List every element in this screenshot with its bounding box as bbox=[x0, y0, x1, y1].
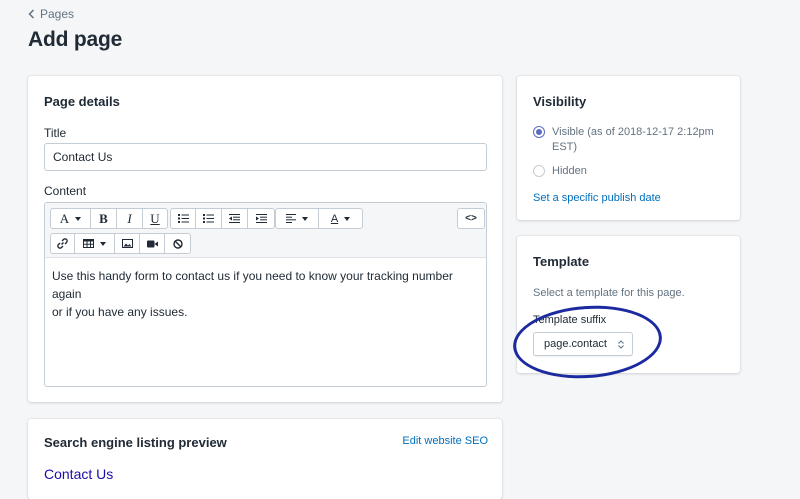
table-icon bbox=[83, 239, 94, 248]
seo-preview-title: Contact Us bbox=[44, 466, 114, 482]
video-icon bbox=[146, 240, 158, 247]
template-suffix-select[interactable]: page.contact bbox=[533, 332, 633, 356]
seo-preview-card: Search engine listing preview Edit websi… bbox=[28, 419, 502, 499]
indent-icon bbox=[255, 214, 267, 223]
underline-button[interactable]: U bbox=[143, 209, 167, 228]
font-style-dropdown[interactable]: A bbox=[51, 209, 91, 228]
visibility-card: Visibility Visible (as of 2018-12-17 2:1… bbox=[517, 76, 740, 220]
template-description: Select a template for this page. bbox=[533, 287, 685, 299]
outdent-icon bbox=[229, 214, 240, 223]
insert-link-button[interactable] bbox=[51, 234, 75, 253]
numbered-list-button[interactable] bbox=[196, 209, 222, 228]
bold-button[interactable]: B bbox=[91, 209, 117, 228]
image-icon bbox=[121, 239, 133, 248]
font-icon: A bbox=[59, 210, 70, 226]
bullet-list-button[interactable] bbox=[171, 209, 196, 228]
editor-content-area[interactable]: Use this handy form to contact us if you… bbox=[45, 258, 486, 330]
link-icon bbox=[57, 238, 68, 249]
html-group: <> bbox=[457, 208, 485, 229]
chevron-left-icon bbox=[28, 9, 35, 19]
bullet-list-icon bbox=[177, 214, 189, 223]
seo-preview-heading: Search engine listing preview bbox=[44, 435, 227, 450]
hidden-label: Hidden bbox=[552, 165, 587, 177]
align-left-icon bbox=[286, 214, 296, 223]
template-card: Template Select a template for this page… bbox=[517, 236, 740, 373]
content-text-line: Use this handy form to contact us if you… bbox=[52, 269, 453, 301]
title-label: Title bbox=[44, 126, 67, 140]
caret-down-icon bbox=[344, 216, 351, 221]
clear-formatting-button[interactable] bbox=[165, 234, 190, 253]
align-dropdown[interactable] bbox=[276, 209, 319, 228]
editor-toolbar: A B I U A <> bbox=[45, 203, 486, 258]
indent-button[interactable] bbox=[248, 209, 274, 228]
breadcrumb-label: Pages bbox=[40, 7, 75, 21]
template-heading: Template bbox=[533, 254, 590, 269]
text-color-dropdown[interactable]: A bbox=[319, 209, 362, 228]
edit-website-seo-link[interactable]: Edit website SEO bbox=[402, 435, 488, 447]
text-color-icon: A bbox=[330, 212, 339, 225]
hidden-option[interactable]: Hidden bbox=[533, 164, 587, 179]
content-text-line: or if you have any issues. bbox=[52, 305, 188, 319]
insert-image-button[interactable] bbox=[115, 234, 140, 253]
block-icon bbox=[172, 238, 183, 249]
content-label: Content bbox=[44, 184, 87, 198]
text-format-group: A B I U bbox=[50, 208, 168, 229]
title-input[interactable] bbox=[44, 143, 487, 171]
visible-label: Visible (as of 2018-12-17 2:12pm EST) bbox=[552, 126, 714, 153]
visibility-heading: Visibility bbox=[533, 94, 587, 109]
visible-radio[interactable] bbox=[533, 126, 545, 138]
select-arrows-icon bbox=[618, 339, 624, 349]
insert-video-button[interactable] bbox=[140, 234, 165, 253]
numbered-list-icon bbox=[203, 214, 214, 223]
alignment-color-group: A bbox=[275, 208, 363, 229]
template-suffix-value: page.contact bbox=[544, 338, 607, 350]
content-editor: A B I U A <> Use this handy form to cont… bbox=[44, 202, 487, 387]
page-details-heading: Page details bbox=[44, 94, 120, 109]
template-suffix-label: Template suffix bbox=[533, 314, 607, 326]
list-group bbox=[170, 208, 275, 229]
caret-down-icon bbox=[75, 216, 82, 221]
visible-option[interactable]: Visible (as of 2018-12-17 2:12pm EST) bbox=[533, 125, 723, 155]
breadcrumb-pages-link[interactable]: Pages bbox=[28, 7, 74, 21]
outdent-button[interactable] bbox=[222, 209, 248, 228]
hidden-radio[interactable] bbox=[533, 165, 545, 177]
caret-down-icon bbox=[100, 241, 106, 246]
italic-button[interactable]: I bbox=[117, 209, 143, 228]
insert-group bbox=[50, 233, 191, 254]
caret-down-icon bbox=[302, 216, 308, 221]
set-publish-date-link[interactable]: Set a specific publish date bbox=[533, 192, 661, 204]
insert-table-dropdown[interactable] bbox=[75, 234, 115, 253]
html-source-button[interactable]: <> bbox=[458, 209, 484, 228]
page-title: Add page bbox=[28, 28, 123, 51]
